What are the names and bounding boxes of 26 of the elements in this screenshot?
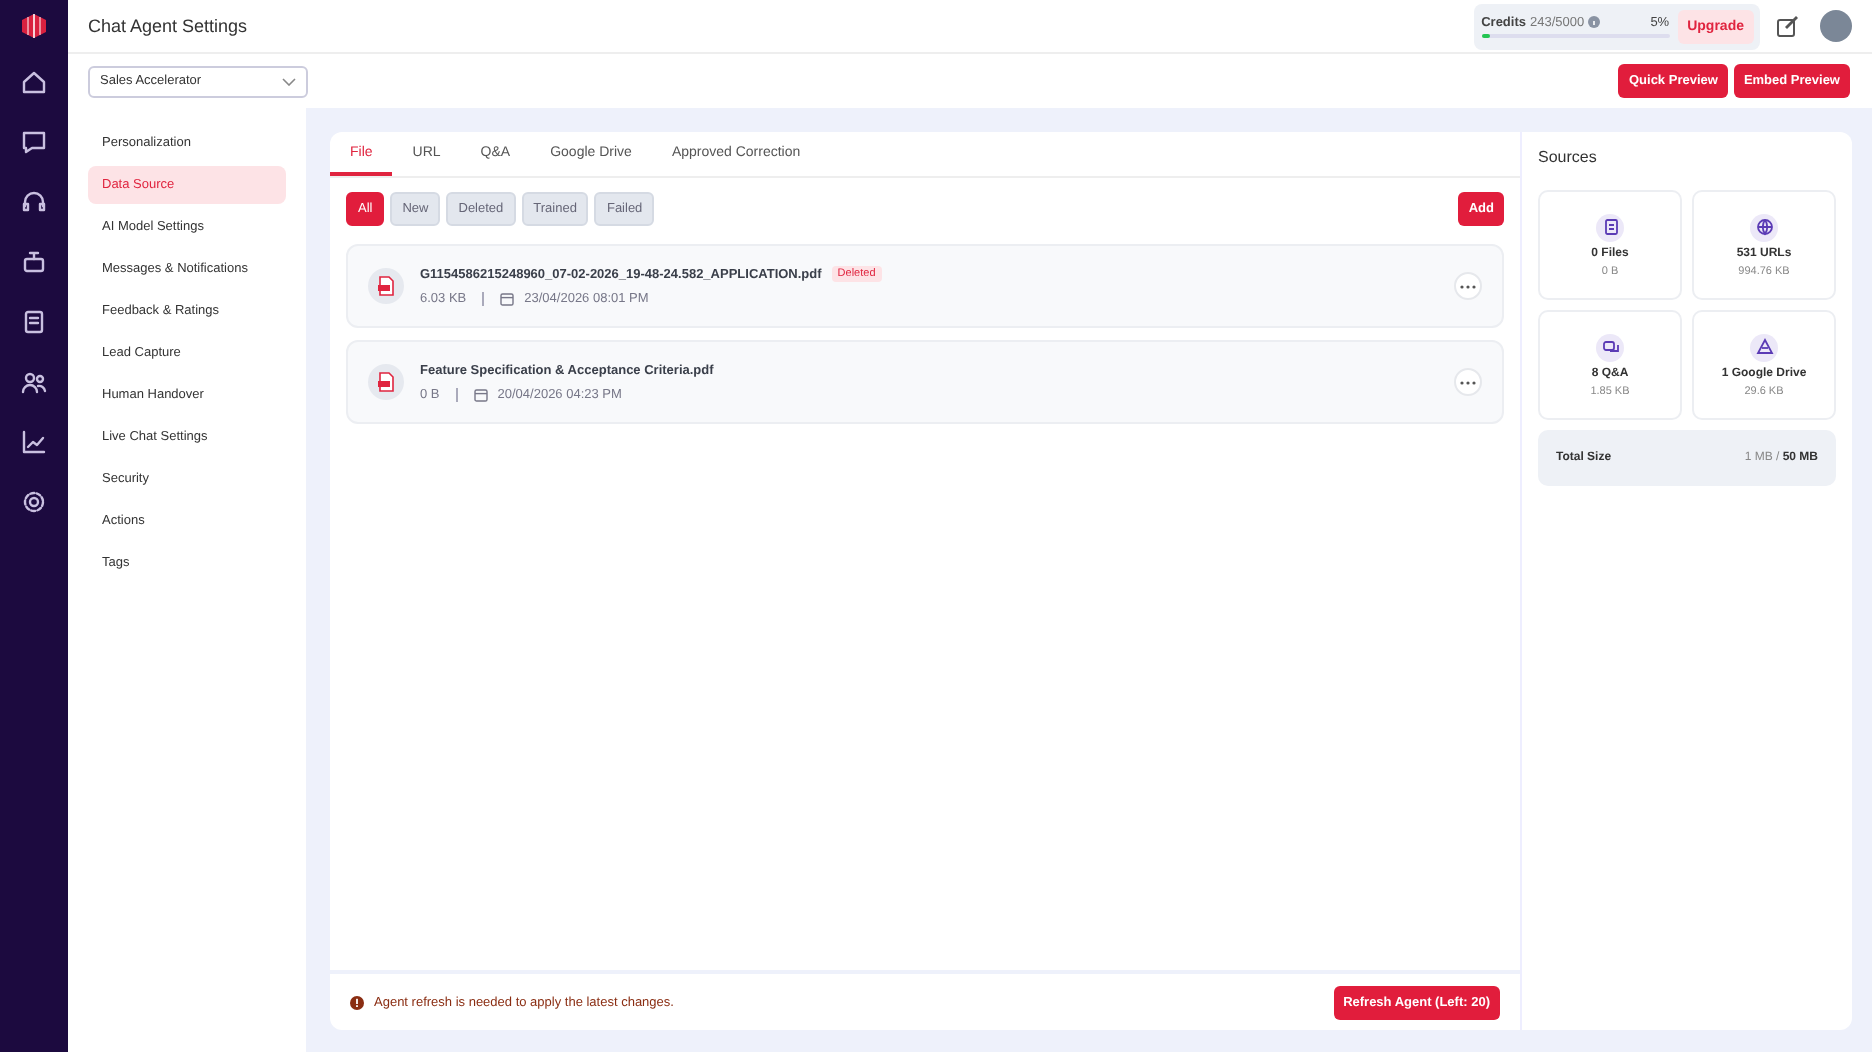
sources-title: Sources (1538, 148, 1599, 166)
info-icon (1588, 16, 1601, 28)
edit-icon[interactable] (1776, 14, 1800, 38)
more-icon (1460, 379, 1476, 385)
calendar-icon (500, 292, 515, 306)
pdf-file-icon (376, 276, 396, 296)
globe-icon (1755, 218, 1773, 236)
document-icon[interactable] (20, 308, 48, 336)
more-icon (1460, 283, 1476, 289)
calendar-icon (473, 387, 488, 401)
warning-icon (350, 995, 364, 1009)
chart-icon[interactable] (20, 428, 48, 456)
headset-icon[interactable] (20, 188, 48, 216)
home-icon[interactable] (20, 68, 48, 96)
chat-icon[interactable] (20, 128, 48, 156)
chevron-down-icon (282, 77, 296, 85)
triangle-icon (1755, 338, 1773, 356)
logo-icon (20, 12, 48, 40)
chat-bubbles-icon (1601, 338, 1619, 356)
settings-icon[interactable] (20, 488, 48, 516)
users-icon[interactable] (20, 368, 48, 396)
avatar[interactable] (1820, 10, 1852, 42)
robot-icon[interactable] (20, 248, 48, 276)
pdf-file-icon (376, 372, 396, 392)
document-icon (1601, 218, 1619, 236)
page-title: Chat Agent Settings (88, 16, 250, 36)
